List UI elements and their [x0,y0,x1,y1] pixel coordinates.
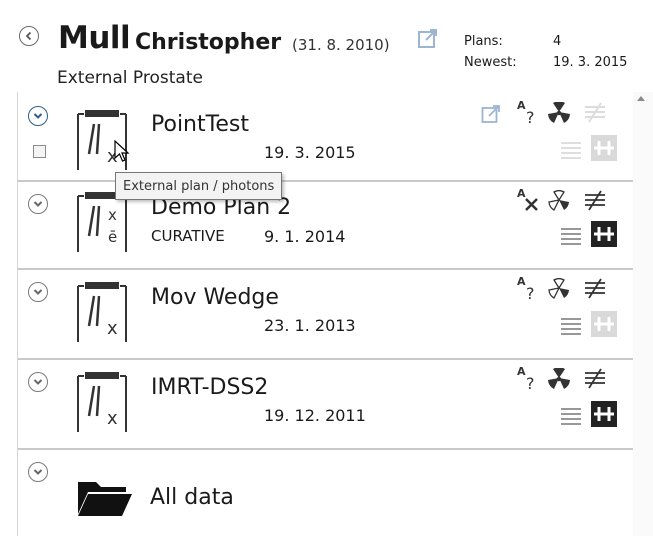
plan-intent: CURATIVE [151,227,225,245]
back-icon[interactable] [19,26,39,46]
patient-last-name: Mull [58,20,131,56]
svg-text:x: x [107,408,118,429]
plan-date: 9. 1. 2014 [264,227,346,246]
external-plan-photons-icon: x [77,372,127,432]
radiation-outline-icon [548,190,569,211]
approval-unknown-icon: A ? [517,99,535,126]
plan-row[interactable]: x PointTest 19. 3. 2015 A ? [18,92,633,182]
plan-name: Mov Wedge [151,285,279,310]
lines-icon [561,318,581,335]
plan-row[interactable]: x ē Demo Plan 2 CURATIVE 9. 1. 2014 A [18,182,633,272]
wedge-icon [585,368,605,389]
svg-text:A: A [517,275,526,288]
expand-chevron-icon[interactable] [28,462,48,482]
plans-count-value: 4 [553,34,562,49]
lines-icon [561,228,581,245]
svg-text:A: A [517,187,526,200]
expand-chevron-icon[interactable] [28,372,48,392]
patient-setup-icon [591,311,617,337]
plan-name: IMRT-DSS2 [151,375,269,400]
plan-date: 19. 12. 2011 [264,406,366,425]
wedge-icon [585,102,605,123]
open-external-icon[interactable] [481,104,501,124]
mouse-cursor-icon [114,140,130,162]
svg-text:A: A [517,365,526,378]
radiation-icon [548,368,570,389]
patient-setup-icon [591,135,617,161]
newest-label: Newest: [464,55,517,70]
svg-text:ē: ē [108,228,117,246]
lines-icon [561,142,581,159]
radiation-outline-icon [548,278,569,299]
expand-chevron-icon[interactable] [28,106,48,126]
newest-value: 19. 3. 2015 [553,55,628,70]
plan-row[interactable]: x Mov Wedge 23. 1. 2013 A ? [18,270,633,360]
tooltip-text: External plan / photons [123,178,275,194]
svg-text:A: A [517,99,526,112]
patient-plan-panel: Mull Christopher (31. 8. 2010) External … [0,0,653,536]
patient-setup-icon [591,401,617,427]
svg-text:x: x [107,318,118,339]
folder-icon [78,482,132,516]
plan-row[interactable]: x IMRT-DSS2 19. 12. 2011 A ? [18,360,633,450]
lines-icon [561,408,581,425]
patient-birth-date: (31. 8. 2010) [292,36,390,54]
expand-chevron-icon[interactable] [28,282,48,302]
approval-unknown-icon: A ? [517,275,535,302]
wedge-icon [585,278,605,299]
approval-rejected-icon: A [517,187,538,211]
patient-setup-icon [591,221,617,247]
plan-checkbox[interactable] [33,145,46,158]
open-external-icon[interactable] [417,28,439,54]
plan-list: x PointTest 19. 3. 2015 A ? x ē Demo Pla… [17,92,633,536]
svg-text:?: ? [526,284,535,302]
plan-date: 23. 1. 2013 [264,316,356,335]
svg-text:x: x [108,206,117,224]
svg-text:?: ? [526,374,535,392]
plan-name: PointTest [151,112,249,137]
wedge-icon [585,190,605,211]
approval-unknown-icon: A ? [517,365,535,392]
all-data-label[interactable]: All data [150,485,234,510]
scroll-up-arrow-icon[interactable] [637,96,645,101]
patient-first-name: Christopher [135,30,282,55]
external-plan-photons-icon: x [77,282,127,342]
diagnosis: External Prostate [57,68,203,88]
svg-text:?: ? [526,108,535,126]
plans-count-label: Plans: [464,34,503,49]
plan-date: 19. 3. 2015 [264,143,356,162]
radiation-icon [548,102,570,123]
scrollbar[interactable] [633,92,653,536]
tooltip: External plan / photons [115,172,283,200]
expand-chevron-icon[interactable] [28,194,48,214]
